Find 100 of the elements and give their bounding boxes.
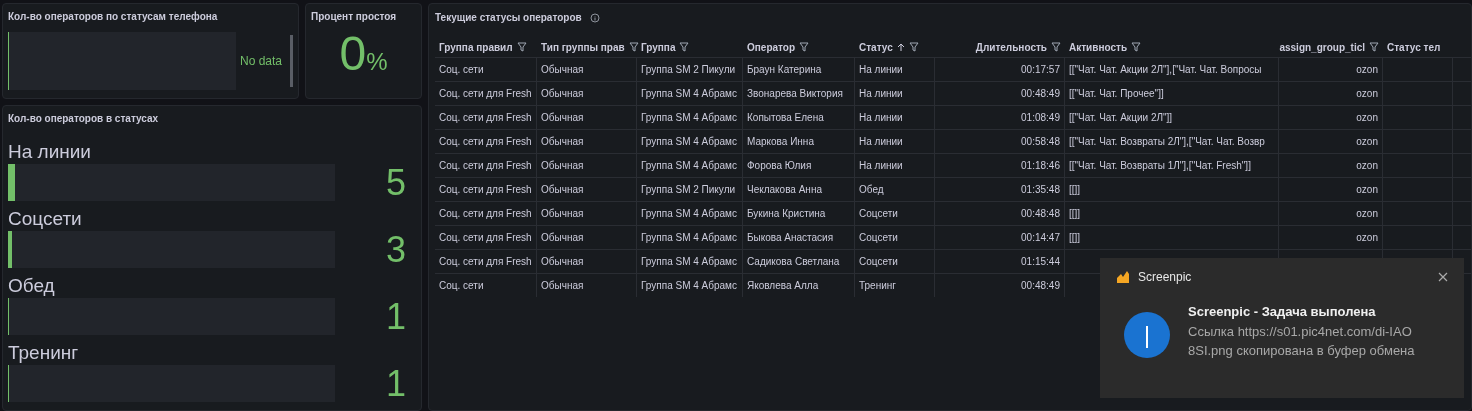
table-cell-text: Обычная xyxy=(541,231,584,245)
table-cell-text: Чеклакова Анна xyxy=(747,183,822,197)
table-cell-text: Садикова Светлана xyxy=(747,255,840,269)
table-cell-text: ozon xyxy=(1356,87,1378,101)
filter-icon[interactable] xyxy=(799,42,810,52)
notification-title: Screenpic - Задача выполена xyxy=(1188,303,1377,321)
status-label: На линии xyxy=(8,140,92,164)
table-cell-text: На линии xyxy=(859,63,903,77)
table-cell-text: Обычная xyxy=(541,255,584,269)
table-cell-text: Соц. сети для Fresh xyxy=(439,255,532,269)
filter-icon[interactable] xyxy=(679,42,690,52)
column-header[interactable]: Группа правил xyxy=(439,39,527,55)
filter-icon[interactable] xyxy=(1131,42,1142,52)
table-cell-text: Обед xyxy=(859,183,884,197)
table-cell-text: Соц. сети для Fresh xyxy=(439,159,532,173)
column-header[interactable]: Длительность xyxy=(975,39,1061,55)
table-cell-text: [[]] xyxy=(1069,207,1081,221)
table-cell-text: Группа SM 4 Абрамс xyxy=(641,111,737,125)
table-cell-text: Соц. сети для Fresh xyxy=(439,135,532,149)
filter-icon[interactable] xyxy=(1369,42,1379,52)
table-cell-text: Обычная xyxy=(541,279,584,293)
table-cell-text: Соцсети xyxy=(859,207,898,221)
table-cell-text: Соцсети xyxy=(859,231,898,245)
sort-arrow-icon[interactable] xyxy=(896,42,905,52)
status-count: 1 xyxy=(385,298,406,335)
status-label: Тренинг xyxy=(8,341,80,365)
table-cell-text: Тренинг xyxy=(859,279,896,293)
status-label: Соцсети xyxy=(8,207,83,231)
table-cell-text: ozon xyxy=(1356,183,1378,197)
notification-message: Ссылка https://s01.pic4net.com/di-IAO8SI.png скопирована в буфер обмена xyxy=(1188,322,1416,360)
table-cell-text: 01:08:49 xyxy=(1021,111,1060,125)
table-cell-text: ozon xyxy=(1356,231,1378,245)
column-header[interactable]: Активность xyxy=(1069,39,1142,55)
table-cell-text: Обычная xyxy=(541,63,584,77)
table-cell-text: Соц. сети для Fresh xyxy=(439,111,532,125)
table-cell-text: Форова Юлия xyxy=(747,159,812,173)
table-cell-text: Соц. сети xyxy=(439,63,484,77)
column-header[interactable]: Статус xyxy=(859,39,919,55)
table-cell-text: [["Чат. Чат. Возвраты 1Л"],["Чат. Fresh"]] xyxy=(1069,159,1251,173)
table-cell-text: Соц. сети для Fresh xyxy=(439,87,532,101)
table-cell-text: ozon xyxy=(1356,135,1378,149)
panel-title: Текущие статусы операторов xyxy=(435,11,582,25)
table-cell-text: Группа SM 2 Пикули xyxy=(641,63,736,77)
table-cell-text: Обычная xyxy=(541,87,584,101)
info-icon xyxy=(1124,312,1170,358)
table-cell-text: 00:48:48 xyxy=(1021,207,1060,221)
filter-icon[interactable] xyxy=(516,42,527,52)
table-cell-text: Обычная xyxy=(541,183,584,197)
app-logo-icon xyxy=(1116,270,1130,284)
table-cell-text: Группа SM 4 Абрамс xyxy=(641,135,737,149)
table-cell-text: На линии xyxy=(859,111,903,125)
table-cell-text: Браун Катерина xyxy=(747,63,822,77)
table-cell-text: [[]] xyxy=(1069,183,1081,197)
table-cell-text: 01:18:46 xyxy=(1021,159,1060,173)
table-cell-text: Копытова Елена xyxy=(747,111,824,125)
panel-title: Кол-во операторов в статусах xyxy=(8,112,160,126)
table-cell-text: 00:58:48 xyxy=(1021,135,1060,149)
table-cell-text: Соц. сети для Fresh xyxy=(439,231,532,245)
table-cell-text: 00:48:49 xyxy=(1021,279,1060,293)
table-cell-text: ozon xyxy=(1356,207,1378,221)
table-cell-text: На линии xyxy=(859,135,903,149)
stat-value: 0 xyxy=(339,30,367,78)
column-header[interactable]: Оператор xyxy=(747,39,810,55)
table-cell-text: Звонарева Виктория xyxy=(747,87,843,101)
status-label: Обед xyxy=(8,274,56,298)
no-data-text: No data xyxy=(240,53,283,70)
filter-icon[interactable] xyxy=(908,42,919,52)
status-count: 1 xyxy=(385,365,406,402)
table-cell-text: ozon xyxy=(1356,111,1378,125)
column-header[interactable]: Тип группы прав xyxy=(541,39,639,55)
table-cell-text: Группа SM 4 Абрамс xyxy=(641,159,737,173)
table-cell-text: 01:35:48 xyxy=(1021,183,1060,197)
table-cell-text: Соц. сети xyxy=(439,279,484,293)
panel-title: Кол-во операторов по статусам телефона xyxy=(8,10,219,24)
table-cell-text: Группа SM 4 Абрамс xyxy=(641,231,737,245)
table-cell-text: Группа SM 4 Абрамс xyxy=(641,279,737,293)
close-icon[interactable] xyxy=(1438,272,1448,282)
table-cell-text: Группа SM 4 Абрамс xyxy=(641,255,737,269)
table-cell-text: Группа SM 4 Абрамс xyxy=(641,207,737,221)
table-cell-text: [[]] xyxy=(1069,231,1081,245)
table-cell-text: Соцсети xyxy=(859,255,898,269)
filter-icon[interactable] xyxy=(628,42,639,52)
table-cell-text: 00:14:47 xyxy=(1021,231,1060,245)
app-name: Screenpic xyxy=(1138,269,1192,286)
table-cell-text: [["Чат. Чат. Прочее"]] xyxy=(1069,87,1164,101)
table-cell-text: [["Чат. Чат. Акции 2Л"],["Чат. Чат. Вопросы xyxy=(1069,63,1262,77)
table-cell-text: [["Чат. Чат. Акции 2Л"]] xyxy=(1069,111,1173,125)
table-cell-text: Группа SM 2 Пикули xyxy=(641,183,736,197)
column-header[interactable]: Статус тел xyxy=(1387,39,1441,55)
table-cell-text: Обычная xyxy=(541,135,584,149)
table-cell-text: ozon xyxy=(1356,63,1378,77)
table-cell-text: Букина Кристина xyxy=(747,207,826,221)
filter-icon[interactable] xyxy=(1051,42,1061,52)
stat-unit: % xyxy=(366,50,388,74)
info-icon[interactable] xyxy=(589,12,600,23)
column-header[interactable]: assign_group_ticl xyxy=(1279,39,1379,55)
scrollbar xyxy=(290,35,293,87)
table-cell-text: 00:17:57 xyxy=(1021,63,1060,77)
column-header[interactable]: Группа xyxy=(641,39,690,55)
status-count: 5 xyxy=(385,164,406,201)
